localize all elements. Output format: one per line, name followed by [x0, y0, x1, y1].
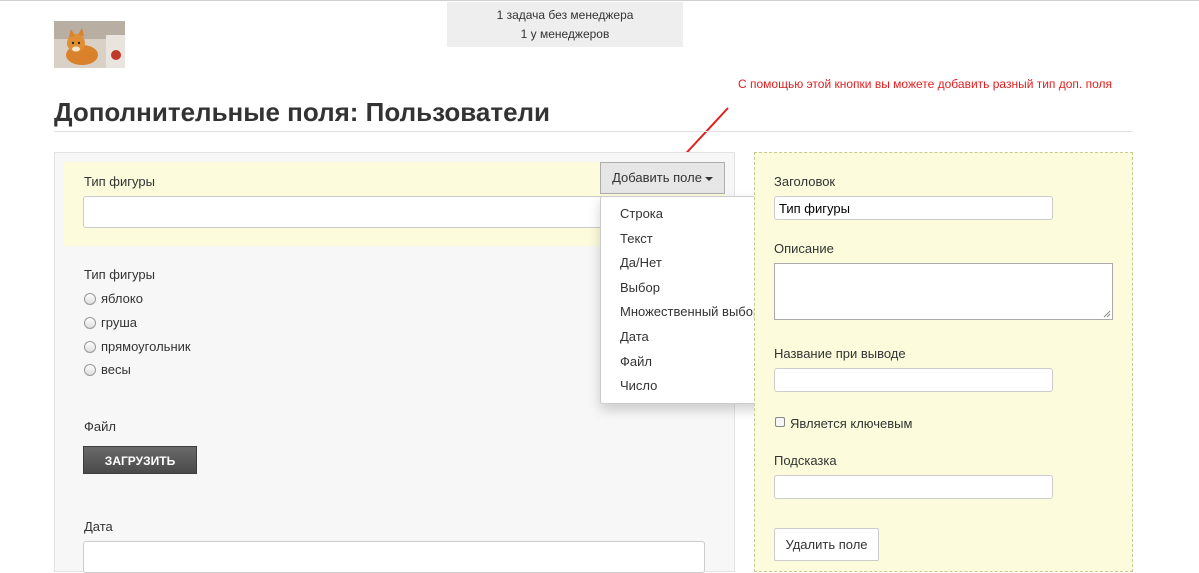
- is-key-checkbox[interactable]: [775, 417, 785, 427]
- display-name-input[interactable]: [774, 368, 1053, 392]
- radio-label: груша: [101, 315, 137, 330]
- radio-button[interactable]: [84, 292, 96, 305]
- date-input[interactable]: [83, 541, 705, 573]
- dropdown-item-number[interactable]: Число: [601, 374, 778, 399]
- add-field-dropdown: Строка Текст Да/Нет Выбор Множественный …: [600, 196, 779, 404]
- dropdown-item-yes-no[interactable]: Да/Нет: [601, 251, 778, 276]
- notice-line-unassigned: 1 задача без менеджера: [496, 8, 634, 22]
- upload-button[interactable]: ЗАГРУЗИТЬ: [83, 446, 197, 474]
- title-divider: [54, 131, 1133, 132]
- title-setting-input[interactable]: [774, 196, 1053, 220]
- radio-button[interactable]: [84, 363, 96, 376]
- resize-grip-icon[interactable]: [1103, 310, 1111, 318]
- add-field-button[interactable]: Добавить поле: [600, 162, 725, 194]
- page-title: Дополнительные поля: Пользователи: [54, 97, 551, 127]
- description-setting-label: Описание: [774, 241, 834, 256]
- dropdown-item-multiselect[interactable]: Множественный выбор: [601, 300, 778, 325]
- task-notice[interactable]: 1 задача без менеджера 1 у менеджеров: [447, 2, 683, 47]
- avatar[interactable]: [54, 21, 125, 68]
- radio-group-label: Тип фигуры: [84, 267, 155, 282]
- notice-line-assigned: 1 у менеджеров: [520, 27, 610, 41]
- radio-option[interactable]: прямоугольник: [84, 339, 191, 354]
- hint-input[interactable]: [774, 475, 1053, 499]
- radio-button[interactable]: [84, 316, 96, 329]
- top-divider: [0, 0, 1199, 1]
- display-name-setting-label: Название при выводе: [774, 346, 906, 361]
- description-textarea[interactable]: [774, 263, 1113, 320]
- hint-setting-label: Подсказка: [774, 453, 837, 468]
- is-key-label: Является ключевым: [790, 416, 913, 431]
- date-field-label: Дата: [84, 519, 113, 534]
- dropdown-item-text[interactable]: Текст: [601, 227, 778, 252]
- radio-option[interactable]: яблоко: [84, 291, 143, 306]
- annotation-text: С помощью этой кнопки вы можете добавить…: [738, 77, 1113, 91]
- dropdown-item-select[interactable]: Выбор: [601, 276, 778, 301]
- radio-option[interactable]: весы: [84, 362, 131, 377]
- add-field-label: Добавить поле: [612, 170, 702, 185]
- radio-label: весы: [101, 362, 131, 377]
- radio-label: яблоко: [101, 291, 143, 306]
- delete-field-button[interactable]: Удалить поле: [774, 528, 879, 561]
- dropdown-item-date[interactable]: Дата: [601, 325, 778, 350]
- title-setting-label: Заголовок: [774, 174, 836, 189]
- file-field-label: Файл: [84, 419, 116, 434]
- chevron-down-icon: [704, 176, 713, 181]
- selected-field-label: Тип фигуры: [84, 174, 155, 189]
- radio-label: прямоугольник: [101, 339, 191, 354]
- dropdown-item-file[interactable]: Файл: [601, 350, 778, 375]
- radio-option[interactable]: груша: [84, 315, 137, 330]
- radio-button[interactable]: [84, 340, 96, 353]
- dropdown-item-string[interactable]: Строка: [601, 202, 778, 227]
